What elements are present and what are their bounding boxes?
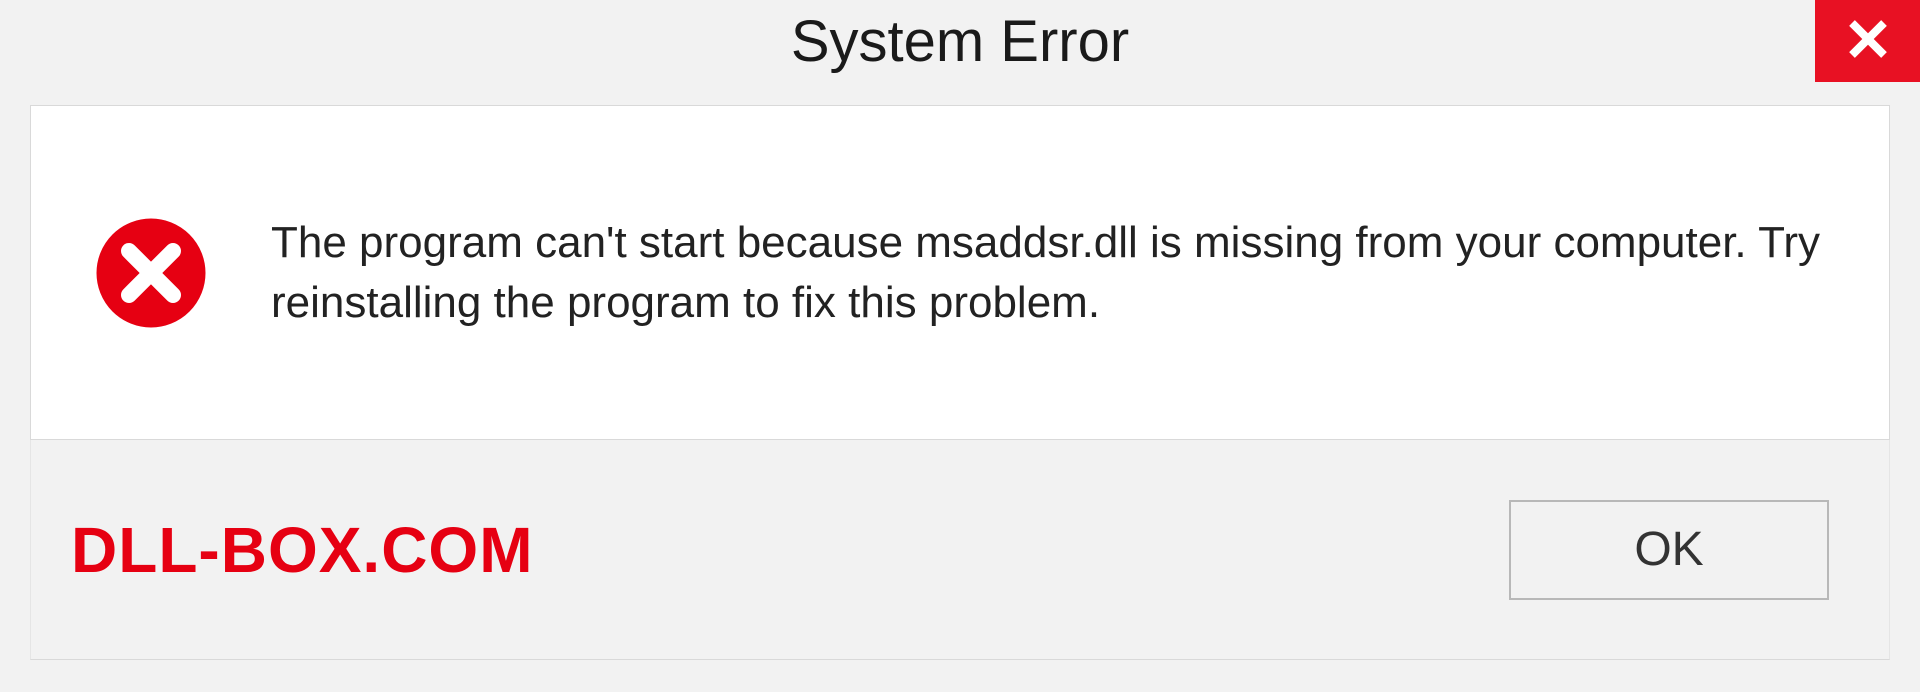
ok-button-label: OK <box>1634 522 1703 577</box>
dialog-title: System Error <box>791 8 1129 75</box>
close-button[interactable] <box>1815 0 1920 82</box>
message-panel: The program can't start because msaddsr.… <box>30 105 1890 440</box>
error-icon <box>91 213 211 333</box>
ok-button[interactable]: OK <box>1509 500 1829 600</box>
close-icon <box>1844 15 1892 68</box>
dialog-footer: DLL-BOX.COM OK <box>30 440 1890 660</box>
brand-label: DLL-BOX.COM <box>71 513 534 587</box>
error-message: The program can't start because msaddsr.… <box>271 213 1829 332</box>
